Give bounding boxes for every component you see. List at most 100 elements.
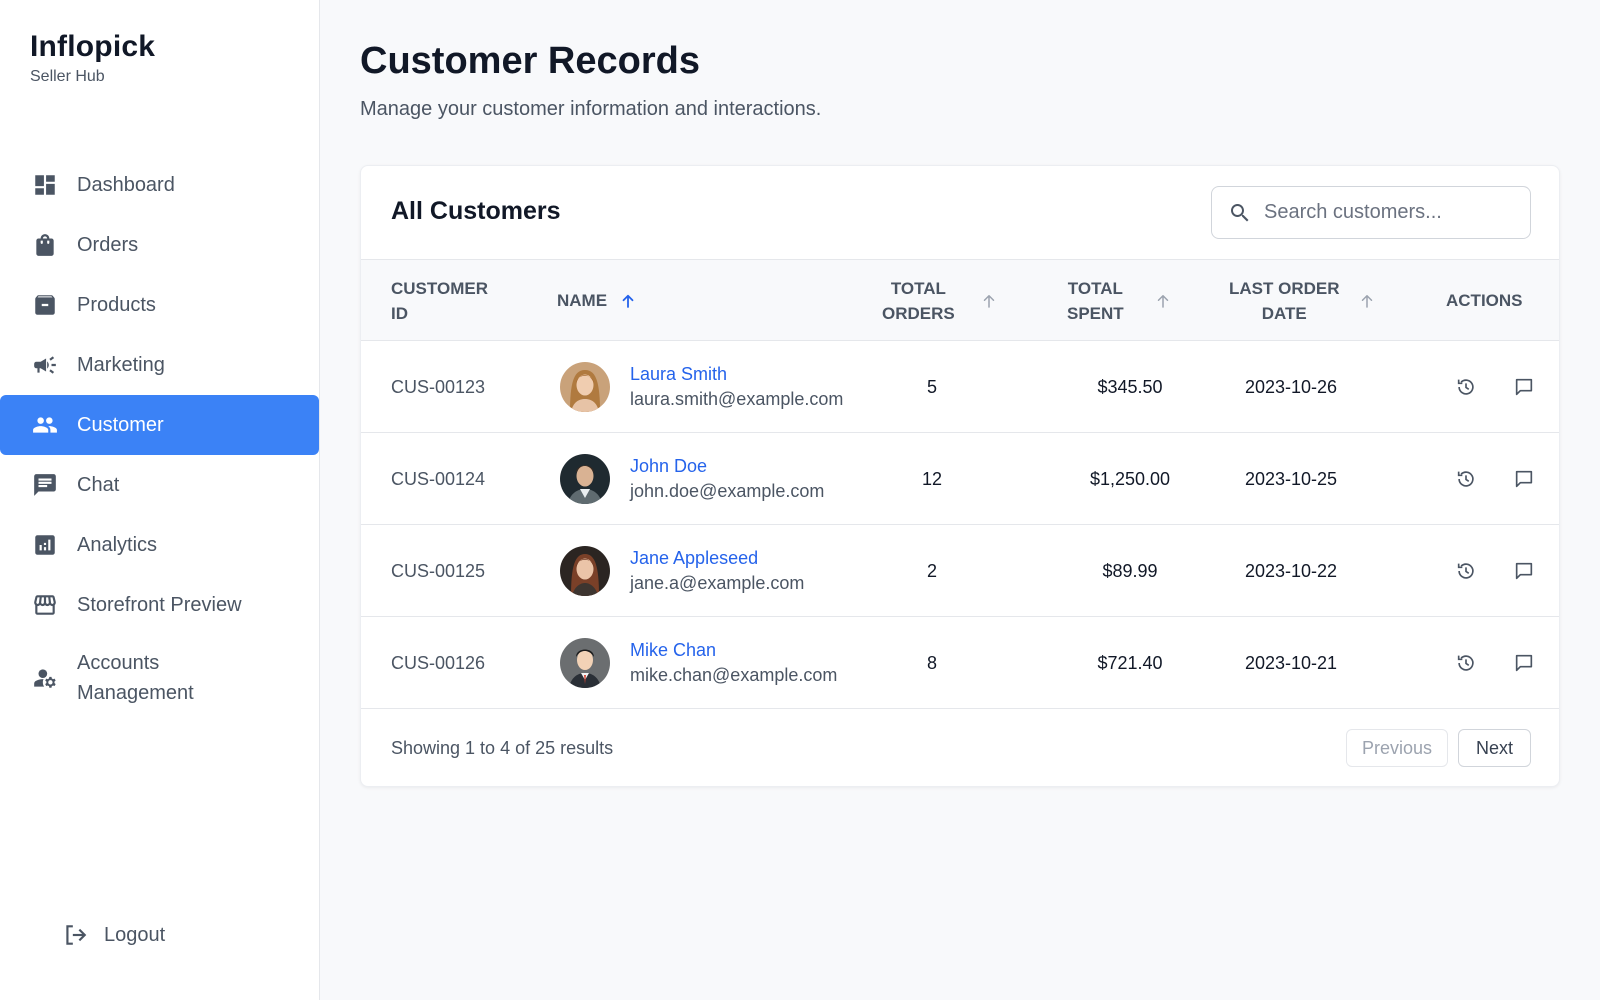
sidebar-item-label: Analytics (77, 533, 158, 556)
total-orders: 8 (926, 652, 937, 673)
sidebar-item-products[interactable]: Products (0, 275, 320, 335)
sidebar-item-dashboard[interactable]: Dashboard (0, 155, 320, 215)
customer-id: CUS-00124 (391, 468, 486, 489)
customer-email: laura.smith@example.com (630, 389, 844, 409)
total-spent: $345.50 (1097, 376, 1163, 397)
user-gear-icon (32, 665, 58, 691)
customer-name-cell: Mike Chan mike.chan@example.com (560, 617, 837, 709)
message-icon[interactable] (1513, 468, 1535, 490)
history-icon[interactable] (1455, 560, 1477, 582)
customer-name-link[interactable]: Mike Chan (630, 638, 837, 663)
megaphone-icon (32, 352, 58, 378)
header-label: TOTAL ORDERS (882, 278, 955, 323)
header-name[interactable]: NAME (557, 260, 637, 341)
brand-name: Inflopick (30, 30, 156, 63)
avatar (560, 638, 610, 688)
sort-icon[interactable] (1358, 292, 1376, 310)
header-label: LAST ORDER DATE (1229, 278, 1340, 323)
total-spent: $1,250.00 (1089, 468, 1171, 489)
customer-email: jane.a@example.com (630, 573, 805, 593)
search-input[interactable] (1264, 201, 1514, 224)
sidebar-item-label: Storefront Preview (77, 593, 242, 616)
previous-button[interactable]: Previous (1346, 729, 1448, 767)
logout-button[interactable]: Logout (62, 922, 165, 948)
history-icon[interactable] (1455, 468, 1477, 490)
sidebar-item-orders[interactable]: Orders (0, 215, 320, 275)
customer-name-cell: Jane Appleseed jane.a@example.com (560, 525, 804, 617)
people-icon (32, 412, 58, 438)
message-icon[interactable] (1513, 560, 1535, 582)
customer-name-cell: John Doe john.doe@example.com (560, 433, 824, 525)
customer-id: CUS-00123 (391, 376, 486, 397)
sort-ascending-icon[interactable] (619, 292, 637, 310)
sidebar-item-label: Dashboard (77, 173, 175, 196)
sidebar-item-storefront-preview[interactable]: Storefront Preview (0, 575, 320, 635)
table-header: CUSTOMER ID NAME TOTAL ORDERS TOTAL SPEN… (361, 259, 1559, 341)
table-row: CUS-00124 John Doe john.doe@example.com … (361, 432, 1559, 525)
next-button[interactable]: Next (1458, 729, 1531, 767)
header-label: TOTAL SPENT (1067, 278, 1124, 323)
name-block: John Doe john.doe@example.com (630, 454, 824, 504)
dashboard-icon (32, 172, 58, 198)
customer-email: john.doe@example.com (630, 481, 825, 501)
last-order-date: 2023-10-22 (1244, 560, 1338, 581)
sidebar-nav: Dashboard Orders Products Marketing Cust… (0, 155, 320, 721)
total-spent: $721.40 (1097, 652, 1163, 673)
last-order-date: 2023-10-25 (1244, 468, 1338, 489)
sort-icon[interactable] (980, 292, 998, 310)
sidebar-item-label: Orders (77, 233, 139, 256)
history-icon[interactable] (1455, 652, 1477, 674)
customer-id: CUS-00126 (391, 652, 486, 673)
customer-email: mike.chan@example.com (630, 665, 838, 685)
name-block: Jane Appleseed jane.a@example.com (630, 546, 804, 596)
page-title: Customer Records (360, 40, 700, 82)
sidebar-item-label: Customer (77, 413, 164, 436)
logout-icon (62, 922, 88, 948)
page-subtitle: Manage your customer information and int… (360, 98, 822, 120)
results-summary: Showing 1 to 4 of 25 results (391, 738, 614, 758)
total-orders: 12 (921, 468, 943, 489)
header-total-spent[interactable]: TOTAL SPENT (1067, 260, 1172, 341)
analytics-icon (32, 532, 58, 558)
archive-box-icon (32, 292, 58, 318)
sidebar-item-chat[interactable]: Chat (0, 455, 320, 515)
sidebar-item-accounts-management[interactable]: Accounts Management (0, 635, 320, 721)
header-actions: ACTIONS (1446, 260, 1523, 341)
row-actions (1455, 617, 1535, 709)
message-icon[interactable] (1513, 652, 1535, 674)
customer-name-link[interactable]: Laura Smith (630, 362, 843, 387)
sidebar-item-marketing[interactable]: Marketing (0, 335, 320, 395)
header-label: NAME (557, 291, 608, 310)
avatar (560, 362, 610, 412)
name-block: Mike Chan mike.chan@example.com (630, 638, 837, 688)
customer-name-link[interactable]: John Doe (630, 454, 824, 479)
total-orders: 5 (926, 376, 937, 397)
header-total-orders[interactable]: TOTAL ORDERS (882, 260, 998, 341)
history-icon[interactable] (1455, 376, 1477, 398)
customer-name-link[interactable]: Jane Appleseed (630, 546, 804, 571)
card-title: All Customers (391, 197, 561, 225)
search-icon (1231, 203, 1249, 221)
sidebar-item-analytics[interactable]: Analytics (0, 515, 320, 575)
logout-label: Logout (104, 923, 166, 946)
sort-icon[interactable] (1154, 292, 1172, 310)
header-last-order-date[interactable]: LAST ORDER DATE (1229, 260, 1376, 341)
sidebar-item-label: Marketing (77, 353, 165, 376)
row-actions (1455, 525, 1535, 617)
sidebar-item-label: Accounts Management (77, 652, 194, 704)
brand: Inflopick Seller Hub (30, 30, 155, 86)
table-row: CUS-00123 Laura Smith laura.smith@exampl… (361, 340, 1559, 432)
header-label: ACTIONS (1446, 291, 1523, 310)
table-row: CUS-00126 Mike Chan mike.chan@example.co… (361, 616, 1559, 709)
sidebar-item-label: Chat (77, 473, 120, 496)
sidebar: Inflopick Seller Hub Dashboard Orders Pr… (0, 0, 320, 1000)
total-orders: 2 (926, 560, 937, 581)
row-actions (1455, 433, 1535, 525)
search-box[interactable] (1211, 186, 1531, 239)
message-icon[interactable] (1513, 376, 1535, 398)
avatar (560, 546, 610, 596)
pagination-footer: Showing 1 to 4 of 25 results Previous Ne… (361, 708, 1559, 786)
sidebar-item-customer[interactable]: Customer (0, 395, 319, 455)
storefront-icon (32, 592, 58, 618)
last-order-date: 2023-10-26 (1244, 376, 1338, 397)
